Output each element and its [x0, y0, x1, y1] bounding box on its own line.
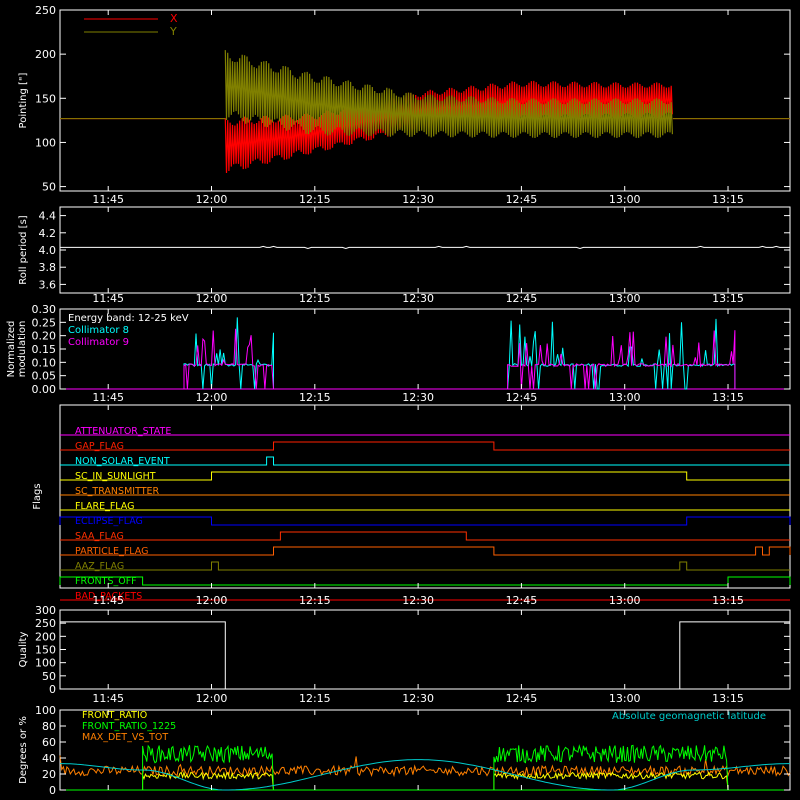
x-tick-label: 13:00	[609, 292, 641, 305]
x-tick-label: 13:00	[609, 391, 641, 404]
x-tick-label: 12:15	[299, 692, 331, 705]
x-tick-label: 12:30	[402, 692, 434, 705]
flag-label-flare_flag: FLARE_FLAG	[75, 501, 135, 512]
y-tick-label: 0.15	[32, 343, 57, 356]
x-tick-label: 12:45	[506, 391, 538, 404]
x-tick-label: 11:45	[92, 692, 124, 705]
y-tick-label: 250	[35, 4, 56, 17]
y-tick-label: 100	[35, 657, 56, 670]
x-tick-label: 12:00	[196, 594, 228, 607]
x-tick-label: 11:45	[92, 292, 124, 305]
y-axis-label: Degrees or %	[18, 716, 29, 784]
y-tick-label: 300	[35, 604, 56, 617]
y-tick-label: 0	[49, 784, 56, 797]
y-tick-label: 20	[42, 768, 56, 781]
y-tick-label: 200	[35, 48, 56, 61]
y-axis-label: modulation	[17, 321, 28, 378]
legend-label-collimator-9: Collimator 9	[68, 337, 129, 348]
x-tick-label: 13:15	[712, 292, 744, 305]
x-tick-label: 12:15	[299, 594, 331, 607]
y-tick-label: 40	[42, 752, 56, 765]
x-tick-label: 13:00	[609, 594, 641, 607]
y-axis-label: Normalized	[6, 321, 17, 378]
y-axis-label: Roll period [s]	[18, 215, 29, 284]
y-tick-label: 60	[42, 736, 56, 749]
x-tick-label: 12:00	[196, 193, 228, 206]
y-tick-label: 0.05	[32, 370, 57, 383]
flag-label-gap_flag: GAP_FLAG	[75, 441, 124, 452]
x-tick-label: 12:30	[402, 391, 434, 404]
legend-label-geomagnetic-latitude: Absolute geomagnetic latitude	[612, 711, 766, 722]
x-tick-label: 12:15	[299, 391, 331, 404]
y-tick-label: 0.10	[32, 356, 57, 369]
x-tick-label: 11:45	[92, 594, 124, 607]
x-tick-label: 12:45	[506, 594, 538, 607]
y-tick-label: 150	[35, 644, 56, 657]
y-tick-label: 3.8	[39, 261, 57, 274]
y-tick-label: 4.0	[39, 244, 57, 257]
flag-label-attenuator_state: ATTENUATOR_STATE	[75, 426, 171, 437]
flag-label-fronts_off: FRONTS_OFF	[75, 576, 137, 587]
x-tick-label: 12:30	[402, 594, 434, 607]
flag-label-particle_flag: PARTICLE_FLAG	[75, 546, 148, 557]
flag-label-aaz_flag: AAZ_FLAG	[75, 561, 124, 572]
y-tick-label: 50	[42, 670, 56, 683]
annotation-energy-band: Energy band: 12-25 keV	[68, 313, 189, 324]
y-axis-label: Flags	[32, 483, 43, 509]
x-tick-label: 13:15	[712, 692, 744, 705]
x-tick-label: 13:15	[712, 594, 744, 607]
legend-label-collimator-8: Collimator 8	[68, 325, 129, 336]
y-tick-label: 100	[35, 136, 56, 149]
y-tick-label: 4.2	[39, 227, 57, 240]
y-tick-label: 150	[35, 92, 56, 105]
legend-label-front_ratio: FRONT_RATIO	[82, 710, 147, 721]
y-tick-label: 0.25	[32, 316, 57, 329]
x-tick-label: 12:30	[402, 292, 434, 305]
y-tick-label: 250	[35, 617, 56, 630]
x-tick-label: 12:00	[196, 391, 228, 404]
x-tick-label: 12:45	[506, 193, 538, 206]
y-tick-label: 100	[35, 704, 56, 717]
y-tick-label: 50	[42, 181, 56, 194]
x-tick-label: 13:15	[712, 193, 744, 206]
legend-label-X: X	[170, 12, 178, 25]
flag-label-non_solar_event: NON_SOLAR_EVENT	[75, 456, 170, 467]
x-tick-label: 13:15	[712, 391, 744, 404]
x-tick-label: 13:00	[609, 193, 641, 206]
flag-label-eclipse_flag: ECLIPSE_FLAG	[75, 516, 143, 527]
y-tick-label: 3.6	[39, 278, 57, 291]
x-tick-label: 12:00	[196, 292, 228, 305]
y-tick-label: 0.20	[32, 330, 57, 343]
legend-label-max_det_vs_tot: MAX_DET_VS_TOT	[82, 732, 168, 743]
x-tick-label: 11:45	[92, 391, 124, 404]
quicklook-figure: XY11:45 12:00 12:15 12:30 12:45 13:00 13:15501…	[0, 0, 800, 800]
y-axis-label: Quality	[18, 632, 29, 668]
y-tick-label: 4.4	[39, 210, 57, 223]
x-tick-label: 12:15	[299, 193, 331, 206]
x-tick-label: 12:30	[402, 193, 434, 206]
x-tick-label: 12:45	[506, 292, 538, 305]
y-tick-label: 0.30	[32, 303, 57, 316]
y-tick-label: 200	[35, 630, 56, 643]
y-tick-label: 0.00	[32, 383, 57, 396]
y-axis-label: Pointing ["]	[18, 72, 29, 128]
y-tick-label: 80	[42, 720, 56, 733]
x-tick-label: 11:45	[92, 193, 124, 206]
flag-label-sc_transmitter: SC_TRANSMITTER	[75, 486, 160, 497]
x-tick-label: 12:00	[196, 692, 228, 705]
flag-label-sc_in_sunlight: SC_IN_SUNLIGHT	[75, 471, 156, 482]
y-tick-label: 0	[49, 683, 56, 696]
flag-label-saa_flag: SAA_FLAG	[75, 531, 124, 542]
legend-label-Y: Y	[169, 25, 177, 38]
legend-label-front_ratio_1225: FRONT_RATIO_1225	[82, 721, 176, 732]
x-tick-label: 12:15	[299, 292, 331, 305]
x-tick-label: 13:00	[609, 692, 641, 705]
x-tick-label: 12:45	[506, 692, 538, 705]
